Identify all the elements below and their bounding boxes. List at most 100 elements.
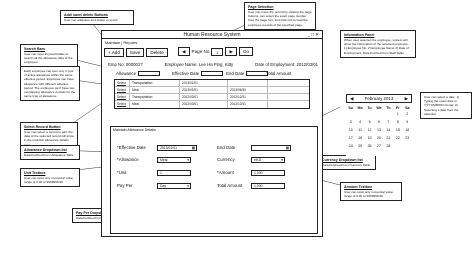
- calendar-days: 1 2 3 4 5 6 7 8 9 10 11 12 13 14 15 16 1…: [346, 110, 412, 150]
- calendar-day[interactable]: 24: [346, 142, 355, 150]
- calendar-icon[interactable]: ▦: [286, 146, 289, 150]
- calendar-day[interactable]: 13: [374, 126, 383, 134]
- menu-bar[interactable]: Maintain | Reports: [105, 40, 137, 45]
- end-date-label: End Date: [217, 145, 236, 150]
- pager: ◀ Page No 1 ▶ Go: [178, 47, 254, 56]
- calendar-day[interactable]: [355, 110, 364, 118]
- table-row: Select Meal 2013/01/01 2013/06/30: [115, 87, 309, 94]
- header-allowance: Allowance: [116, 71, 137, 76]
- table-cell: Meal: [129, 101, 179, 108]
- calendar-day[interactable]: 3: [346, 118, 355, 126]
- calendar-day[interactable]: 7: [384, 118, 393, 126]
- calendar-day[interactable]: [374, 110, 383, 118]
- pay-per-value: Day: [160, 184, 167, 188]
- note-body: User can move the record by clicking the…: [248, 10, 312, 27]
- end-date-field[interactable]: ▦: [251, 145, 291, 151]
- table-cell: Meal: [129, 87, 179, 93]
- calendar-day[interactable]: 27: [374, 142, 383, 150]
- note-allowance-dropdown: Allowance Dropdown list Data Fetched Fro…: [20, 145, 80, 161]
- calendar-day[interactable]: 28: [384, 142, 393, 150]
- detail-title: Maintain Allowance Details: [113, 128, 156, 132]
- note-information-panel: Information Panel When user selected the…: [340, 30, 416, 58]
- search-effective-date-input[interactable]: [201, 71, 224, 77]
- unit-input[interactable]: 1: [157, 170, 191, 176]
- table-cell: 2012/12/31: [227, 94, 267, 100]
- note-title: Page Selection: [248, 5, 274, 9]
- search-end-date-input[interactable]: [246, 71, 269, 77]
- calendar-day[interactable]: 9: [403, 118, 412, 126]
- next-page-button[interactable]: ▶: [225, 47, 237, 56]
- currency-label: Currency: [217, 157, 235, 162]
- select-record-link[interactable]: Select: [115, 87, 129, 93]
- select-record-link[interactable]: Select: [115, 94, 129, 100]
- delete-button[interactable]: Delete: [146, 47, 168, 57]
- currency-dropdown[interactable]: HKD ▾: [251, 157, 285, 163]
- total-amount-label: Total Amount: [217, 183, 243, 188]
- table-row: Select Meal 2012/03/01 2012/12/31: [115, 101, 309, 108]
- table-cell: Transportation: [129, 94, 179, 100]
- allowance-dropdown[interactable]: Meal ▾: [157, 157, 191, 163]
- note-add-save-delete: Add/ save/ delete Buttons User can add/s…: [60, 10, 134, 26]
- select-record-link[interactable]: Select: [115, 80, 129, 86]
- calendar-day[interactable]: [384, 110, 393, 118]
- calendar-day[interactable]: 4: [355, 118, 364, 126]
- note-title: Currency Dropdown list: [322, 158, 363, 162]
- select-record-link[interactable]: Select: [115, 101, 129, 108]
- add-button[interactable]: + Add: [104, 47, 124, 57]
- table-cell: [267, 101, 309, 108]
- calendar-day[interactable]: 14: [384, 126, 393, 134]
- calendar-day[interactable]: 12: [365, 126, 374, 134]
- calendar-day[interactable]: 18: [355, 134, 364, 142]
- toolbar: + Add Save Delete: [104, 47, 168, 57]
- table-cell: [227, 80, 267, 86]
- table-row: Select Transportation 2013/01/01: [115, 80, 309, 87]
- table-row: Select Transportation 2012/03/01 2012/12…: [115, 94, 309, 101]
- calendar-day[interactable]: 8: [393, 118, 402, 126]
- calendar-day[interactable]: 2: [403, 110, 412, 118]
- pay-per-dropdown[interactable]: Day ▾: [157, 183, 191, 189]
- prev-month-button[interactable]: ◀: [350, 96, 353, 102]
- calendar-day[interactable]: 19: [365, 134, 374, 142]
- prev-page-button[interactable]: ◀: [178, 47, 190, 56]
- save-button[interactable]: Save: [125, 47, 145, 57]
- calendar-day[interactable]: 1: [393, 110, 402, 118]
- amount-input[interactable]: 1,000: [251, 170, 285, 176]
- effective-date-field[interactable]: 2013/01/01 ▦: [157, 145, 197, 151]
- calendar-day[interactable]: 20: [374, 134, 383, 142]
- window-controls[interactable]: _ □ ✕: [308, 32, 320, 38]
- calendar-day[interactable]: 15: [393, 126, 402, 134]
- page-number-input[interactable]: 1: [211, 47, 224, 56]
- calendar-day[interactable]: [393, 142, 402, 150]
- go-button[interactable]: Go: [238, 47, 254, 56]
- calendar-day[interactable]: 6: [374, 118, 383, 126]
- calendar-day[interactable]: 26: [365, 142, 374, 150]
- calendar-day[interactable]: [403, 142, 412, 150]
- calendar-icon[interactable]: ▦: [192, 146, 195, 150]
- note-currency-dropdown: Currency Dropdown list Data Fetched From…: [318, 155, 376, 171]
- note-title: Select Record Button: [24, 125, 61, 129]
- chevron-down-icon: ▾: [187, 158, 189, 162]
- calendar-day[interactable]: 11: [355, 126, 364, 134]
- calendar-day[interactable]: 10: [346, 126, 355, 134]
- calendar-day[interactable]: 21: [384, 134, 393, 142]
- header-total-amount: Total Amount: [266, 71, 292, 76]
- calendar-day[interactable]: 22: [393, 134, 402, 142]
- calendar-day[interactable]: 5: [365, 118, 374, 126]
- calendar-day[interactable]: [346, 110, 355, 118]
- calendar-day[interactable]: 23: [403, 134, 412, 142]
- unit-label: *Unit: [117, 170, 127, 175]
- search-effective-date: Effective Date: [172, 71, 224, 77]
- note-title: Unit Textbox: [24, 171, 46, 175]
- pay-per-label: Pay Per: [117, 183, 133, 188]
- calendar-day[interactable]: 25: [355, 142, 364, 150]
- next-month-button[interactable]: ▶: [405, 96, 408, 102]
- calendar-day[interactable]: [365, 110, 374, 118]
- note-title: Amount Textbox: [344, 185, 373, 189]
- note-amount-textbox: Amount Textbox User can input only numer…: [340, 182, 402, 202]
- search-allowance-input[interactable]: [138, 71, 161, 77]
- allowance-table: Select Transportation 2013/01/01 Select …: [114, 79, 310, 109]
- calendar-day[interactable]: 16: [403, 126, 412, 134]
- calendar-day[interactable]: 17: [346, 134, 355, 142]
- currency-value: HKD: [254, 158, 262, 162]
- table-cell: [267, 87, 309, 93]
